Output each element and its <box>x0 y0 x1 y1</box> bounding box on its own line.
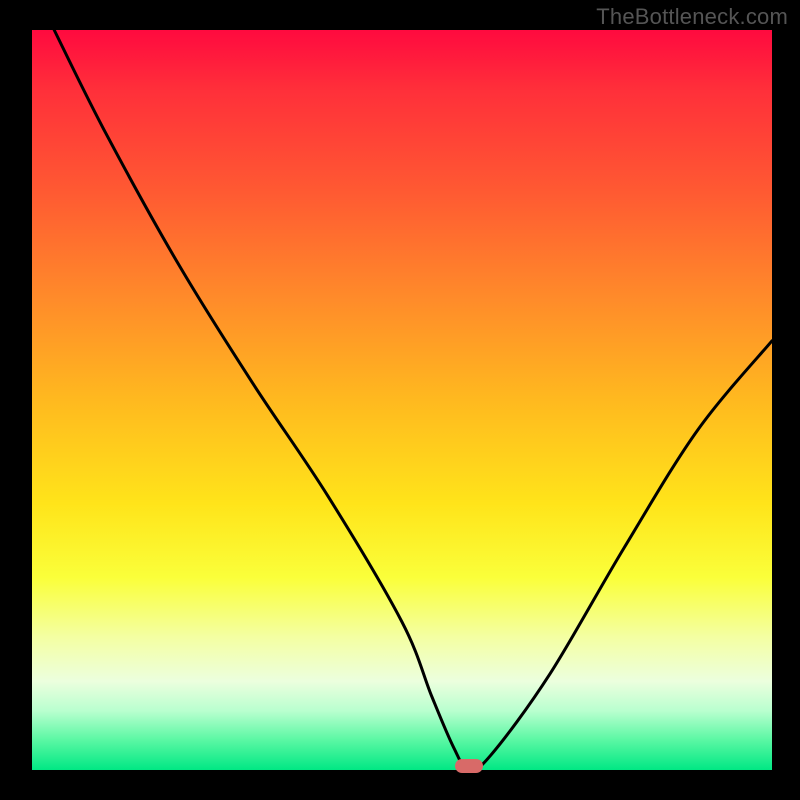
chart-frame: TheBottleneck.com <box>0 0 800 800</box>
minimum-marker <box>455 759 483 773</box>
watermark-text: TheBottleneck.com <box>596 4 788 30</box>
plot-area <box>32 30 772 770</box>
bottleneck-curve <box>32 30 772 770</box>
